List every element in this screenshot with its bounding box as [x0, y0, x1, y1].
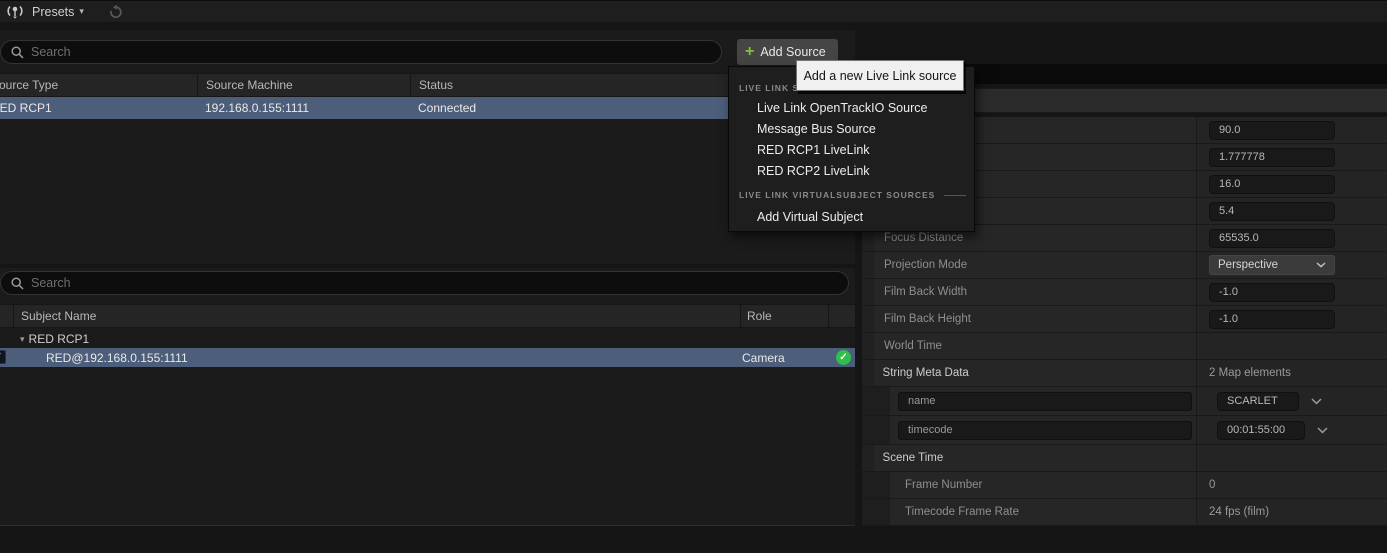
map-value-field[interactable]: 00:01:55:00	[1217, 421, 1305, 440]
property-row-frame-number: Frame Number 0	[862, 472, 1387, 499]
chevron-down-icon	[1316, 262, 1326, 268]
chevron-down-icon: ▾	[79, 6, 84, 17]
map-elements-count: 2 Map elements	[1209, 367, 1291, 379]
property-label: Frame Number	[862, 472, 1196, 498]
property-label: Film Back Height	[862, 306, 1196, 332]
subjects-panel: Subject Name Role ▾ RED RCP1 ✓ RED@192.1…	[0, 268, 855, 526]
top-toolbar: Presets ▾	[0, 0, 1387, 22]
column-header-enabled[interactable]	[0, 305, 13, 327]
property-row-world-time: World Time	[862, 333, 1387, 360]
search-icon	[11, 277, 24, 290]
plus-icon: +	[745, 45, 754, 59]
property-row-timecode-frame-rate: Timecode Frame Rate 24 fps (film)	[862, 499, 1387, 526]
subject-group-label: RED RCP1	[29, 332, 90, 346]
undo-button[interactable]	[106, 2, 126, 22]
menu-section-virtualsubject-sources: LIVE LINK VIRTUALSUBJECT SOURCES	[729, 185, 974, 205]
expander-triangle-icon[interactable]: ▾	[868, 453, 873, 464]
source-status-cell: Connected	[418, 97, 476, 119]
chevron-down-icon[interactable]	[1317, 427, 1328, 434]
column-header-subject-name[interactable]: Subject Name	[13, 305, 740, 327]
property-row-projection-mode: Projection Mode Perspective	[862, 252, 1387, 279]
source-machine-cell: 192.168.0.155:1111	[205, 97, 309, 119]
source-row-selected[interactable]: RED RCP1 192.168.0.155:1111 Connected	[0, 97, 855, 119]
projection-mode-dropdown[interactable]: Perspective	[1209, 255, 1335, 275]
property-label: World Time	[862, 333, 1196, 359]
source-type-cell: RED RCP1	[0, 97, 52, 119]
expander-triangle-icon[interactable]: ▾	[868, 368, 873, 379]
column-header-source-type[interactable]: Source Type	[0, 74, 197, 96]
subject-role-cell: Camera	[742, 348, 785, 367]
menu-item-red-rcp2-livelink[interactable]: RED RCP2 LiveLink	[729, 161, 974, 182]
value-field[interactable]: 1.777778	[1209, 148, 1335, 167]
subject-enabled-checkbox[interactable]: ✓	[0, 350, 6, 364]
property-row-film-back-width: Film Back Width -1.0	[862, 279, 1387, 306]
sources-table-header: Source Type Source Machine Status	[0, 73, 855, 97]
value-text: 0	[1209, 479, 1215, 491]
value-field[interactable]: -1.0	[1209, 310, 1335, 329]
add-source-label: Add Source	[760, 45, 825, 59]
subjects-search-input[interactable]	[31, 276, 838, 290]
category-row-string-meta-data[interactable]: ▾ String Meta Data 2 Map elements	[862, 360, 1387, 387]
green-check-icon: ✓	[836, 350, 851, 365]
menu-item-message-bus-source[interactable]: Message Bus Source	[729, 119, 974, 140]
chevron-down-icon[interactable]	[1311, 398, 1322, 405]
sources-search[interactable]	[0, 40, 722, 64]
category-row-scene-time[interactable]: ▾ Scene Time	[862, 445, 1387, 472]
sources-panel: + Add Source Source Type Source Machine …	[0, 30, 855, 264]
menu-item-opentrackio-source[interactable]: Live Link OpenTrackIO Source	[729, 98, 974, 119]
map-key-field[interactable]: timecode	[898, 421, 1192, 440]
sources-search-input[interactable]	[31, 45, 711, 59]
value-field[interactable]: 16.0	[1209, 175, 1335, 194]
property-label: Timecode Frame Rate	[862, 499, 1196, 525]
column-header-status-icon	[828, 305, 855, 327]
subject-row-selected[interactable]: ✓ RED@192.168.0.155:1111 Camera ✓	[0, 348, 855, 367]
map-key-field[interactable]: name	[898, 392, 1192, 411]
column-header-source-machine[interactable]: Source Machine	[197, 74, 410, 96]
presets-label: Presets	[32, 5, 74, 19]
presets-button[interactable]: Presets ▾	[26, 2, 90, 22]
subjects-table-header: Subject Name Role	[0, 304, 855, 328]
property-label: Film Back Width	[862, 279, 1196, 305]
map-value-field[interactable]: SCARLET	[1217, 392, 1299, 411]
tooltip-text: Add a new Live Link source	[804, 69, 957, 83]
property-label: Projection Mode	[862, 252, 1196, 278]
search-icon	[11, 46, 24, 59]
subject-name-cell: RED@192.168.0.155:1111	[46, 348, 188, 367]
value-field[interactable]: 5.4	[1209, 202, 1335, 221]
undo-icon	[108, 4, 124, 20]
value-field[interactable]: 65535.0	[1209, 229, 1335, 248]
tooltip: Add a new Live Link source	[796, 60, 964, 91]
subject-group-row[interactable]: ▾ RED RCP1	[0, 330, 855, 348]
map-entry-row-timecode: timecode 00:01:55:00	[862, 416, 1387, 445]
map-entry-row-name: name SCARLET	[862, 387, 1387, 416]
value-field[interactable]: -1.0	[1209, 283, 1335, 302]
live-link-icon	[4, 3, 26, 21]
menu-item-add-virtual-subject[interactable]: Add Virtual Subject	[729, 207, 974, 228]
subjects-search[interactable]	[0, 271, 849, 295]
expander-triangle-icon[interactable]: ▾	[20, 334, 25, 345]
value-field[interactable]: 90.0	[1209, 121, 1335, 140]
column-header-role[interactable]: Role	[740, 305, 828, 327]
property-row-film-back-height: Film Back Height -1.0	[862, 306, 1387, 333]
value-text: 24 fps (film)	[1209, 506, 1269, 518]
menu-item-red-rcp1-livelink[interactable]: RED RCP1 LiveLink	[729, 140, 974, 161]
